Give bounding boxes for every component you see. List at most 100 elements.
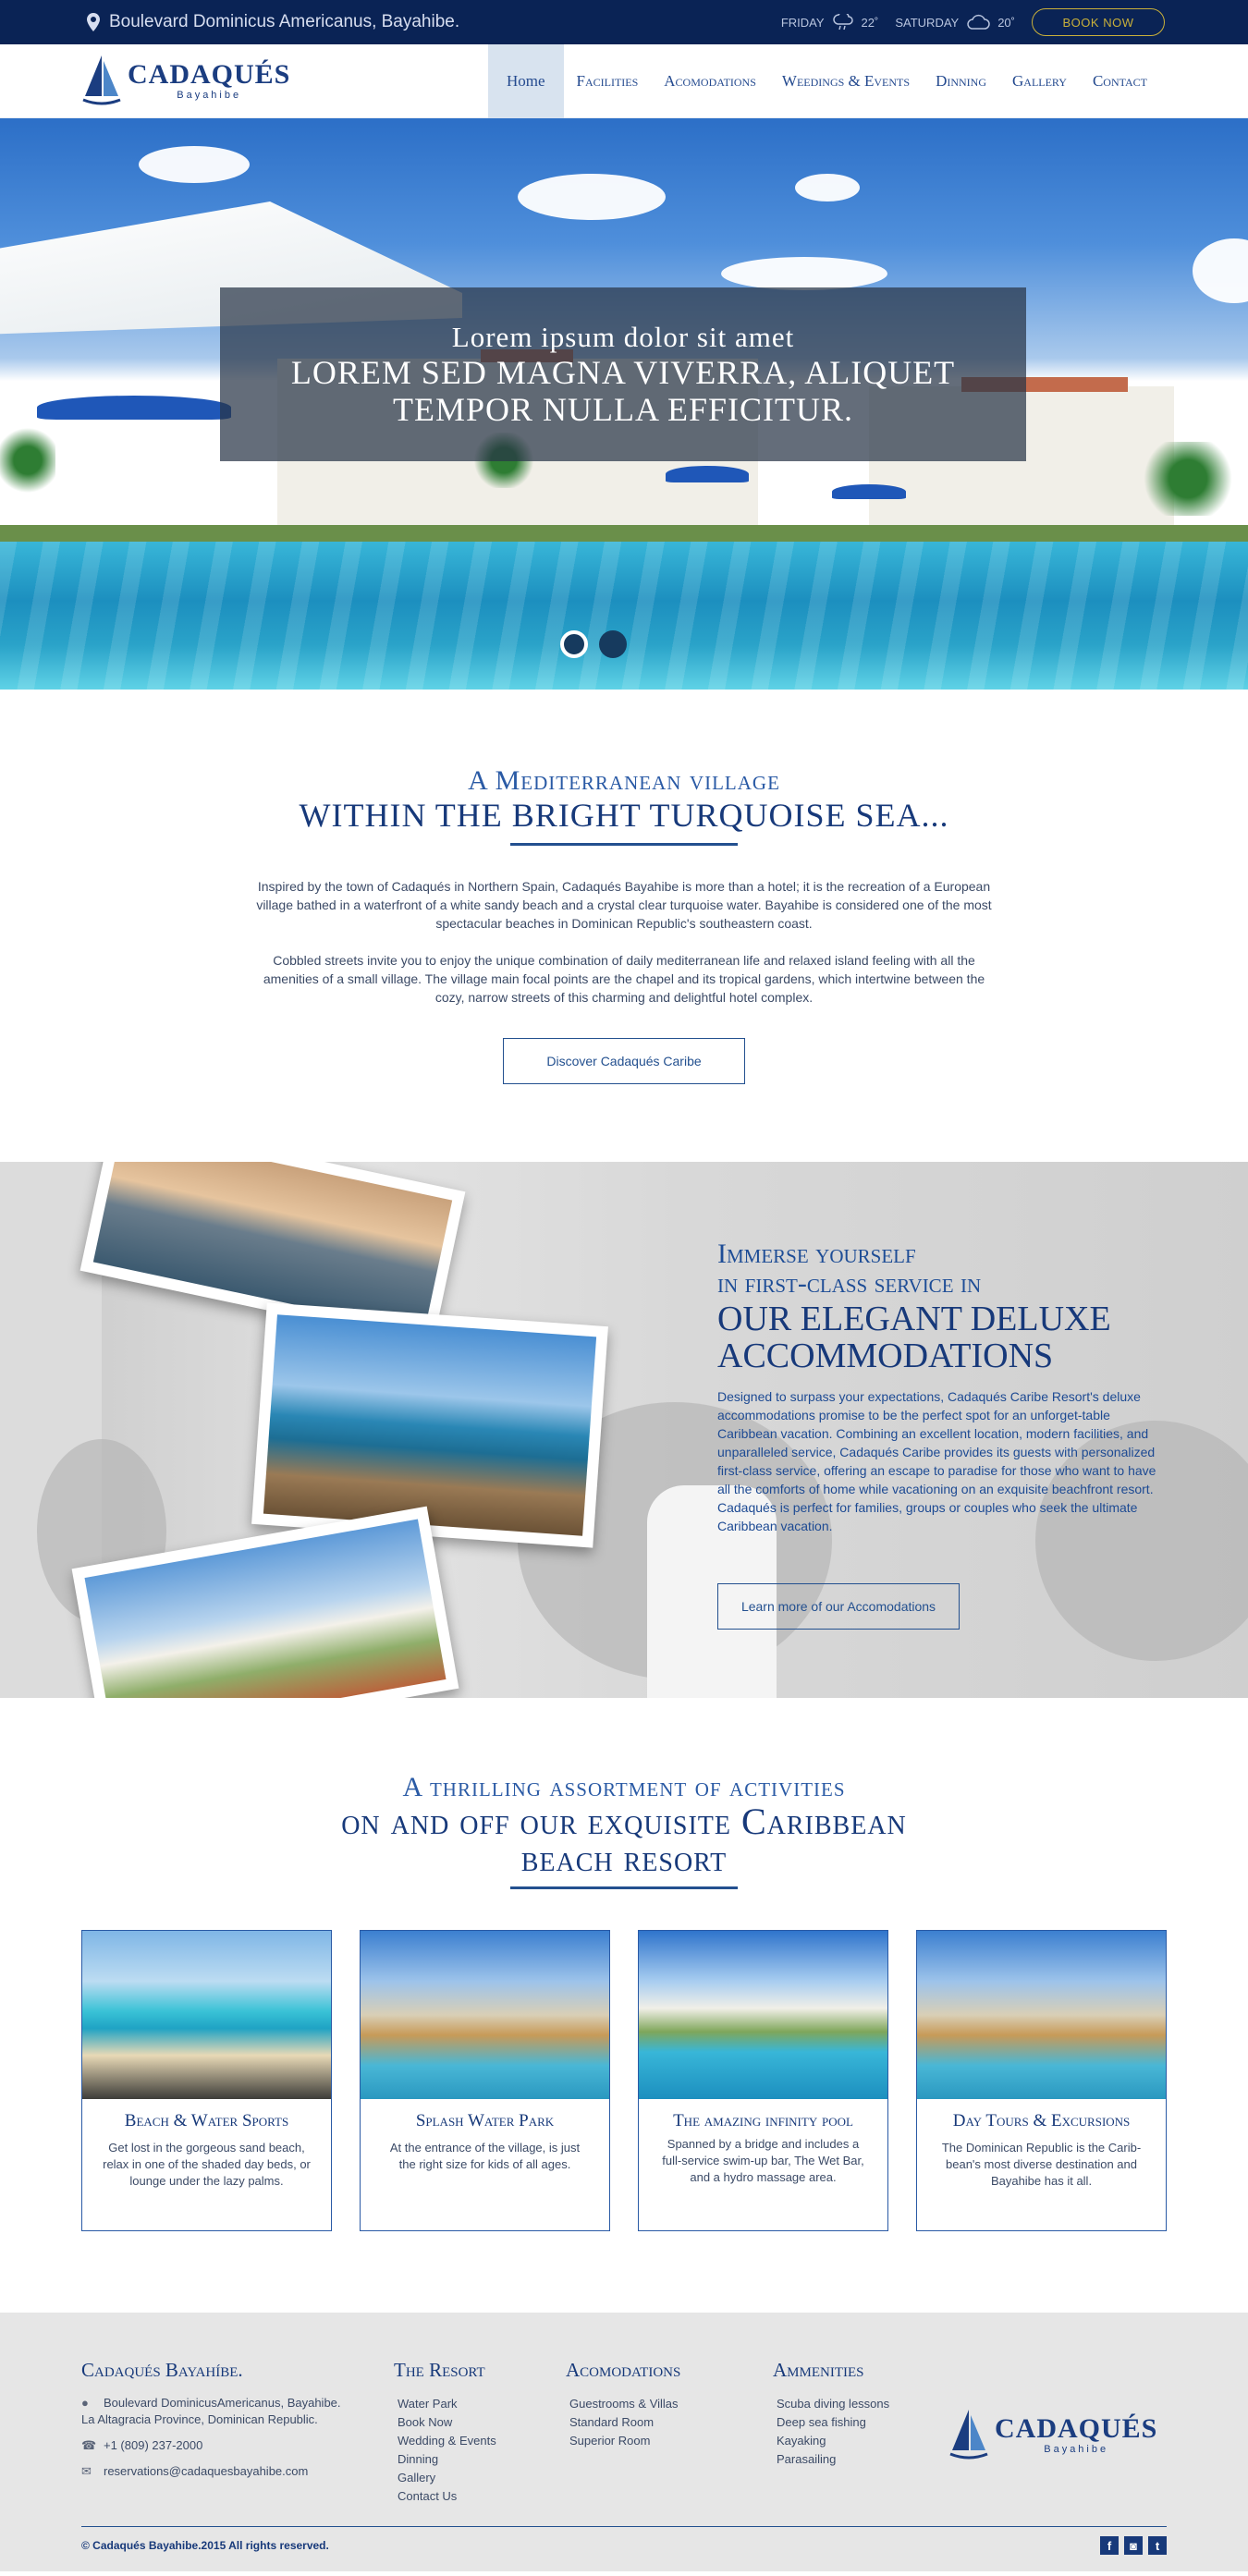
weather-day: SATURDAY: [895, 15, 960, 30]
weather-saturday: SATURDAY 20˚: [895, 14, 1015, 31]
footer-brand-title: Cadaqués Bayahíbe.: [81, 2359, 243, 2381]
rain-cloud-icon: [832, 14, 853, 31]
email-text: reservations@cadaquesbayahibe.com: [104, 2464, 309, 2478]
slider-dot-2[interactable]: [599, 630, 627, 658]
address-text: Boulevard Dominicus Americanus, Bayahibe…: [109, 12, 460, 31]
hero-slider: Lorem ipsum dolor sit amet Lorem sed mag…: [0, 118, 1248, 690]
tours-image: [917, 1931, 1166, 2099]
social-links: f ◙ t: [1100, 2536, 1167, 2555]
learn-accommodations-button[interactable]: Learn more of our Accomodations: [717, 1583, 960, 1630]
accommodations-body: Designed to surpass your expectations, C…: [717, 1389, 1156, 1533]
footer-logo[interactable]: CADAQUÉS Bayahibe: [948, 2364, 1157, 2506]
sailboat-logo-icon: [82, 55, 121, 104]
weather-and-booking: FRIDAY 22˚ SATURDAY 20˚ BOOK NOW: [781, 8, 1165, 36]
intro-paragraph-1: Inspired by the town of Cadaqués in Nort…: [256, 879, 992, 931]
activity-card-infinity-pool[interactable]: The amazing infinity pool Spanned by a b…: [638, 1930, 888, 2231]
slider-dots: [560, 630, 627, 658]
hero-cloud: [1193, 238, 1248, 303]
card-description: Spanned by a bridge and includes a full-…: [662, 2137, 864, 2184]
footer-link[interactable]: Standard Room: [566, 2413, 773, 2432]
hero-hedge: [0, 525, 1248, 543]
twitter-icon[interactable]: t: [1148, 2536, 1167, 2555]
site-logo[interactable]: CADAQUÉS Bayahibe: [81, 54, 290, 109]
hero-palm: [0, 423, 55, 497]
logo-name: CADAQUÉS: [128, 59, 291, 90]
intro-paragraph-2: Cobbled streets invite you to enjoy the …: [263, 953, 985, 1005]
phone-icon: ☎: [81, 2438, 97, 2452]
nav-acomodations[interactable]: Acomodations: [651, 44, 769, 118]
menu: Home Facilities Acomodations Weedings & …: [487, 43, 1160, 118]
hero-palm: [1137, 442, 1239, 516]
hero-cloud: [139, 146, 250, 183]
nav-home[interactable]: Home: [487, 43, 564, 118]
facebook-icon[interactable]: f: [1100, 2536, 1119, 2555]
hero-cloud: [721, 257, 887, 290]
footer-link[interactable]: Gallery: [394, 2469, 566, 2487]
weather-temp: 22˚: [861, 15, 879, 30]
footer-link[interactable]: Deep sea fishing: [773, 2413, 948, 2432]
nav-gallery[interactable]: Gallery: [999, 44, 1080, 118]
envelope-icon: ✉: [81, 2464, 92, 2478]
activities-heading-large-2: beach resort: [520, 1837, 728, 1879]
book-now-button[interactable]: BOOK NOW: [1032, 8, 1165, 36]
footer-contact: Cadaqués Bayahíbe. ● Boulevard Dominicus…: [81, 2359, 394, 2506]
footer-link[interactable]: Parasailing: [773, 2450, 948, 2469]
activities-section: A thrilling assortment of activities on …: [0, 1698, 1248, 2313]
weather-temp: 20˚: [997, 15, 1015, 30]
nav-facilities[interactable]: Facilities: [564, 44, 652, 118]
footer-acomodation-links: Acomodations Guestrooms & Villas Standar…: [566, 2359, 773, 2506]
discover-button[interactable]: Discover Cadaqués Caribe: [503, 1038, 745, 1084]
hero-pool-shimmer: [0, 542, 1248, 690]
address-block: Boulevard Dominicus Americanus, Bayahibe…: [87, 12, 459, 32]
activities-heading-large-1: on and off our exquisite Caribbean: [341, 1801, 907, 1842]
card-title: Beach & Water Sports: [124, 2111, 289, 2130]
address-line-2: La Altagracia Province, Dominican Republ…: [81, 2412, 318, 2426]
card-title: Day Tours & Excursions: [952, 2111, 1131, 2130]
activity-card-beach[interactable]: Beach & Water Sports Get lost in the gor…: [81, 1930, 332, 2231]
footer-link[interactable]: Water Park: [394, 2395, 566, 2413]
footer-link[interactable]: Dinning: [394, 2450, 566, 2469]
accommodations-heading-3: our elegant deluxe: [717, 1300, 1111, 1338]
weather-day: FRIDAY: [780, 15, 825, 30]
cloudy-icon: [967, 14, 990, 30]
sailboat-logo-icon: [949, 2409, 988, 2459]
footer-phone[interactable]: ☎ +1 (809) 237-2000: [81, 2437, 394, 2454]
card-description: At the entrance of the village, is just …: [389, 2141, 581, 2171]
weather-friday: FRIDAY 22˚: [780, 14, 879, 31]
instagram-icon[interactable]: ◙: [1124, 2536, 1143, 2555]
hero-line-3: tempor nulla efficitur.: [392, 391, 854, 428]
footer-link[interactable]: Book Now: [394, 2413, 566, 2432]
heading-underline: [510, 1886, 738, 1889]
main-navigation: CADAQUÉS Bayahibe Home Facilities Acomod…: [0, 43, 1248, 118]
wedding-photo-pier: [251, 1302, 608, 1548]
beach-image: [82, 1931, 331, 2099]
logo-subtitle: Bayahibe: [177, 90, 242, 101]
nav-contact[interactable]: Contact: [1080, 44, 1160, 118]
footer: Cadaqués Bayahíbe. ● Boulevard Dominicus…: [0, 2313, 1248, 2571]
accommodations-heading-2: in first-class service in: [717, 1268, 982, 1299]
nav-dinning[interactable]: Dinning: [923, 44, 999, 118]
intro-section: A Mediterranean village within the brigh…: [0, 690, 1248, 1162]
footer-link[interactable]: Scuba diving lessons: [773, 2395, 948, 2413]
water-park-image: [361, 1931, 609, 2099]
footer-link[interactable]: Wedding & Events: [394, 2432, 566, 2450]
logo-name: CADAQUÉS: [995, 2413, 1158, 2444]
card-title: Splash Water Park: [415, 2111, 555, 2130]
hero-umbrella: [832, 484, 906, 499]
activities-heading-small: A thrilling assortment of activities: [402, 1772, 846, 1802]
footer-link[interactable]: Contact Us: [394, 2487, 566, 2506]
activity-card-water-park[interactable]: Splash Water Park At the entrance of the…: [360, 1930, 610, 2231]
footer-bottom-bar: © Cadaqués Bayahibe.2015 All rights rese…: [81, 2526, 1167, 2555]
footer-columns: Cadaqués Bayahíbe. ● Boulevard Dominicus…: [81, 2359, 1167, 2506]
slider-dot-1[interactable]: [560, 630, 588, 658]
nav-weddings-events[interactable]: Weedings & Events: [769, 44, 923, 118]
accommodations-heading-4: accommodations: [717, 1337, 1054, 1375]
footer-link[interactable]: Superior Room: [566, 2432, 773, 2450]
footer-resort-links: The Resort Water Park Book Now Wedding &…: [394, 2359, 566, 2506]
footer-link[interactable]: Guestrooms & Villas: [566, 2395, 773, 2413]
activity-card-tours[interactable]: Day Tours & Excursions The Dominican Rep…: [916, 1930, 1167, 2231]
footer-ammenities-title: Ammenities: [773, 2359, 864, 2381]
footer-email[interactable]: ✉ reservations@cadaquesbayahibe.com: [81, 2463, 394, 2480]
footer-link[interactable]: Kayaking: [773, 2432, 948, 2450]
copyright: © Cadaqués Bayahibe.2015 All rights rese…: [81, 2539, 329, 2552]
